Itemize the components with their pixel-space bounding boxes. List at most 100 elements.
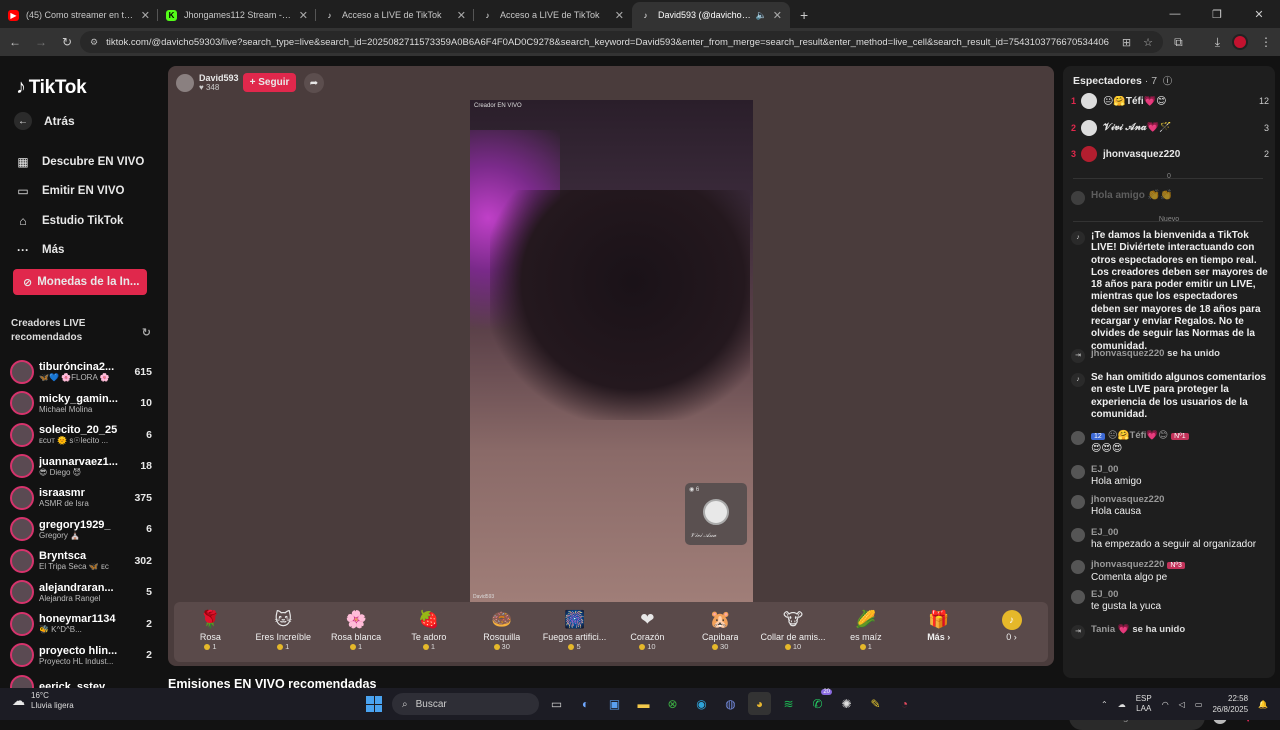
creator-avatar[interactable] <box>10 517 34 542</box>
top-viewer-row[interactable]: 1 😐🤗Téfi💗😊 12 <box>1071 88 1269 114</box>
nav-go-live[interactable]: ▭ Emitir EN VIVO <box>16 177 144 207</box>
spotify-icon[interactable]: ≋ <box>777 692 800 715</box>
gift-item[interactable]: 🐱 Eres Increíble 1 <box>247 602 320 662</box>
creator-avatar[interactable] <box>10 359 34 384</box>
creator-row[interactable]: juannarvaez1... 😎 Diego 😈 18 <box>10 451 152 483</box>
notification-bell-icon[interactable]: 🔔 <box>1258 700 1268 709</box>
download-icon[interactable]: ⤓ <box>1215 35 1220 50</box>
chat-user-avatar[interactable] <box>1071 465 1085 479</box>
url-text[interactable]: tiktok.com/@davicho59303/live?search_typ… <box>106 37 1112 48</box>
creator-avatar[interactable] <box>10 643 34 668</box>
site-info-icon[interactable]: ⚙ <box>90 37 98 48</box>
host-info[interactable]: David593 ♥ 348 <box>176 73 239 92</box>
coin-balance-button[interactable]: ♪ 0 › <box>975 602 1048 662</box>
follow-button[interactable]: + Seguir <box>243 73 296 92</box>
onedrive-icon[interactable]: ☁ <box>1118 700 1126 709</box>
edge-icon[interactable]: ◉ <box>690 692 713 715</box>
nav-more[interactable]: ··· Más <box>16 236 144 266</box>
maximize-icon[interactable]: ❐ <box>1196 0 1238 28</box>
chat-user-avatar[interactable] <box>1071 590 1085 604</box>
creator-row[interactable]: Bryntsca El Tripa Seca 🦋 ᴇᴄ 302 <box>10 545 152 577</box>
windows-start-icon[interactable] <box>366 696 382 712</box>
task-view-icon[interactable]: ▭ <box>545 692 568 715</box>
host-avatar[interactable] <box>176 73 194 92</box>
gift-item[interactable]: ❤ Corazón 10 <box>611 602 684 662</box>
chat-username[interactable]: Tania 💗 <box>1091 624 1130 635</box>
extensions-icon[interactable]: ⧉ <box>1174 35 1183 50</box>
coins-button[interactable]: ⊘ Monedas de la In... <box>13 269 147 295</box>
share-icon[interactable]: ➦ <box>304 73 324 93</box>
store-icon[interactable]: ▣ <box>603 692 626 715</box>
creator-row[interactable]: tiburóncina2... 🦋💙 🌸FLORA 🌸 615 <box>10 356 152 388</box>
file-explorer-icon[interactable]: ▬ <box>632 692 655 715</box>
discord-icon[interactable]: ◍ <box>719 692 742 715</box>
chat-username[interactable]: jhonvasquez220 <box>1091 494 1164 505</box>
browser-tab-tiktok-access-2[interactable]: ♪ Acceso a LIVE de TikTok ✕ <box>474 2 632 28</box>
tiktok-logo[interactable]: ♪ TikTok <box>16 76 87 99</box>
chat-user-avatar[interactable] <box>1071 495 1085 509</box>
tray-chevron-icon[interactable]: ⌃ <box>1101 700 1108 709</box>
copilot-icon[interactable]: ◐ <box>574 692 597 715</box>
new-tab-button[interactable]: + <box>790 2 818 28</box>
creator-avatar[interactable] <box>10 580 34 605</box>
close-tab-icon[interactable]: ✕ <box>773 9 782 22</box>
whatsapp-icon[interactable]: ✆ 20 <box>806 689 832 715</box>
address-bar[interactable]: ⚙ tiktok.com/@davicho59303/live?search_t… <box>80 31 1163 53</box>
guest-tile[interactable]: ◉ 6 𝒱𝒾𝓋𝒾 𝒜𝓃𝒶 <box>685 483 747 545</box>
battery-icon[interactable]: ▭ <box>1195 700 1203 709</box>
translate-icon[interactable]: ⊞ <box>1122 36 1131 49</box>
nav-discover-live[interactable]: ▦ Descubre EN VIVO <box>16 147 144 177</box>
creator-avatar[interactable] <box>10 454 34 479</box>
creator-row[interactable]: proyecto hlin... Proyecto HL Indust... 2 <box>10 640 152 672</box>
chat-username[interactable]: jhonvasquez220 <box>1091 559 1164 570</box>
back-button[interactable]: ← Atrás <box>14 112 75 130</box>
volume-icon[interactable]: ◁ <box>1179 700 1185 709</box>
close-tab-icon[interactable]: ✕ <box>299 9 308 22</box>
info-icon[interactable]: ⓘ <box>1163 76 1172 86</box>
gift-item[interactable]: 🐮 Collar de amis... 10 <box>757 602 830 662</box>
gift-item[interactable]: 🌽 es maíz 1 <box>829 602 902 662</box>
top-viewer-row[interactable]: 3 jhonvasquez220 2 <box>1071 141 1269 167</box>
wifi-icon[interactable]: ◠ <box>1162 700 1169 709</box>
gift-item[interactable]: 🍩 Rosquilla 30 <box>465 602 538 662</box>
creator-row[interactable]: alejandraran... Alejandra Rangel 5 <box>10 577 152 609</box>
creator-avatar[interactable] <box>10 485 34 510</box>
reload-icon[interactable]: ↻ <box>54 35 80 49</box>
gift-item[interactable]: 🐹 Capibara 30 <box>684 602 757 662</box>
chat-username[interactable]: jhonvasquez220 <box>1091 348 1164 359</box>
top-viewer-row[interactable]: 2 𝒱𝒾𝓋𝒾 𝒜𝓃𝒶💗🪄 3 <box>1071 115 1269 141</box>
back-arrow-icon[interactable]: ← <box>2 35 28 49</box>
browser-tab-active[interactable]: ♪ David593 (@davicho59303) 🔈 ✕ <box>632 2 790 28</box>
creator-avatar[interactable] <box>10 611 34 636</box>
taskbar-search[interactable]: ⌕ Buscar <box>392 693 539 715</box>
viewer-avatar[interactable] <box>1081 146 1097 162</box>
gift-item[interactable]: 🌸 Rosa blanca 1 <box>320 602 393 662</box>
gift-item[interactable]: 🎆 Fuegos artifici... 5 <box>538 602 611 662</box>
chrome-icon[interactable]: ◕ <box>748 692 771 715</box>
xbox-icon[interactable]: ⊗ <box>661 692 684 715</box>
speaker-icon[interactable]: 🔈 <box>756 10 767 21</box>
creator-row[interactable]: micky_gamin... Michael Molina 10 <box>10 388 152 420</box>
creator-row[interactable]: honeymar1134 🐝 K^D^B... 2 <box>10 608 152 640</box>
chat-username[interactable]: 😐🤗Téfi💗😊 <box>1108 430 1168 441</box>
viewer-avatar[interactable] <box>1081 119 1097 136</box>
more-gifts-button[interactable]: 🎁 Más › <box>902 602 975 662</box>
chat-user-avatar[interactable] <box>1071 560 1085 574</box>
browser-tab-kick[interactable]: K Jhongames112 Stream - Watch ✕ <box>158 2 316 28</box>
creator-row[interactable]: gregory1929_ Gregory ⛪ 6 <box>10 514 152 546</box>
chat-user-avatar[interactable] <box>1071 191 1085 205</box>
viewer-avatar[interactable] <box>1081 93 1097 109</box>
gift-item[interactable]: 🌹 Rosa 1 <box>174 602 247 662</box>
close-tab-icon[interactable]: ✕ <box>141 9 150 22</box>
close-tab-icon[interactable]: ✕ <box>457 9 466 22</box>
forward-arrow-icon[interactable]: → <box>28 35 54 49</box>
creator-avatar[interactable] <box>10 548 34 573</box>
language-indicator[interactable]: ESP LAA <box>1136 694 1152 714</box>
profile-avatar[interactable] <box>1232 34 1248 50</box>
clock[interactable]: 22:58 26/8/2025 <box>1212 693 1248 715</box>
refresh-icon[interactable]: ↻ <box>142 326 151 340</box>
creator-avatar[interactable] <box>10 674 34 688</box>
bookmark-star-icon[interactable]: ☆ <box>1143 36 1153 49</box>
chatgpt-icon[interactable]: ✺ <box>835 692 858 715</box>
chat-user-avatar[interactable] <box>1071 431 1085 445</box>
